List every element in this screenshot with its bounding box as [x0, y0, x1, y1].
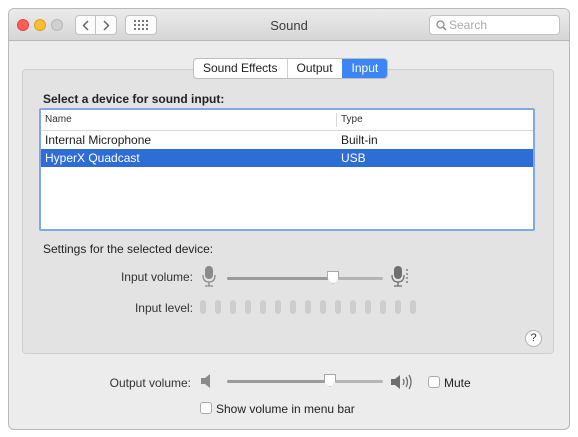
input-level-segment — [260, 300, 266, 314]
tab-output[interactable]: Output — [286, 59, 342, 78]
input-level-segment — [335, 300, 341, 314]
input-level-segment — [275, 300, 281, 314]
table-row[interactable]: Internal Microphone Built-in — [41, 131, 533, 149]
mute-checkbox[interactable] — [428, 376, 440, 388]
input-level-segment — [395, 300, 401, 314]
input-volume-label: Input volume: — [120, 270, 193, 284]
output-volume-slider[interactable] — [227, 374, 383, 387]
column-divider — [336, 113, 337, 127]
input-level-segment — [305, 300, 311, 314]
column-header-type[interactable]: Type — [341, 114, 363, 125]
input-volume-fill — [227, 277, 334, 280]
input-device-table[interactable]: Name Type Internal Microphone Built-in H… — [39, 108, 535, 231]
input-level-segment — [380, 300, 386, 314]
titlebar: Sound — [9, 9, 569, 41]
table-row-selected[interactable]: HyperX Quadcast USB — [41, 149, 533, 167]
tab-input[interactable]: Input — [341, 59, 388, 78]
speaker-low-icon — [201, 374, 210, 388]
search-input[interactable] — [449, 17, 554, 33]
input-level-segment — [365, 300, 371, 314]
input-level-segment — [410, 300, 416, 314]
show-volume-checkbox[interactable] — [200, 402, 212, 414]
column-header-name[interactable]: Name — [45, 114, 72, 125]
tab-sound-effects[interactable]: Sound Effects — [194, 59, 286, 78]
speaker-high-icon — [391, 374, 412, 390]
preferences-window: Sound Sound Effects Output Input Select … — [8, 8, 570, 430]
microphone-high-icon — [391, 266, 408, 287]
tab-bar: Sound Effects Output Input — [193, 58, 389, 79]
help-icon: ? — [530, 332, 537, 344]
device-type: Built-in — [341, 133, 378, 147]
input-level-segment — [230, 300, 236, 314]
input-level-segment — [290, 300, 296, 314]
mute-label: Mute — [444, 376, 471, 390]
settings-label: Settings for the selected device: — [43, 242, 214, 256]
input-level-segment — [350, 300, 356, 314]
help-button[interactable]: ? — [525, 330, 542, 347]
output-volume-label: Output volume: — [109, 376, 191, 390]
output-volume-fill — [227, 380, 330, 383]
input-level-meter — [200, 300, 416, 315]
device-type: USB — [341, 151, 366, 165]
table-header: Name Type — [41, 110, 533, 131]
input-level-segment — [200, 300, 206, 314]
input-volume-slider[interactable] — [227, 271, 383, 284]
show-volume-label: Show volume in menu bar — [216, 402, 355, 416]
input-level-segment — [245, 300, 251, 314]
input-level-label: Input level: — [134, 301, 193, 315]
input-level-segment — [215, 300, 221, 314]
device-name: HyperX Quadcast — [45, 151, 140, 165]
search-icon — [436, 20, 447, 31]
microphone-low-icon — [202, 266, 216, 287]
input-level-segment — [320, 300, 326, 314]
device-name: Internal Microphone — [45, 133, 152, 147]
device-select-heading: Select a device for sound input: — [43, 92, 225, 106]
output-volume-thumb[interactable] — [323, 374, 336, 387]
search-field[interactable] — [429, 15, 560, 35]
